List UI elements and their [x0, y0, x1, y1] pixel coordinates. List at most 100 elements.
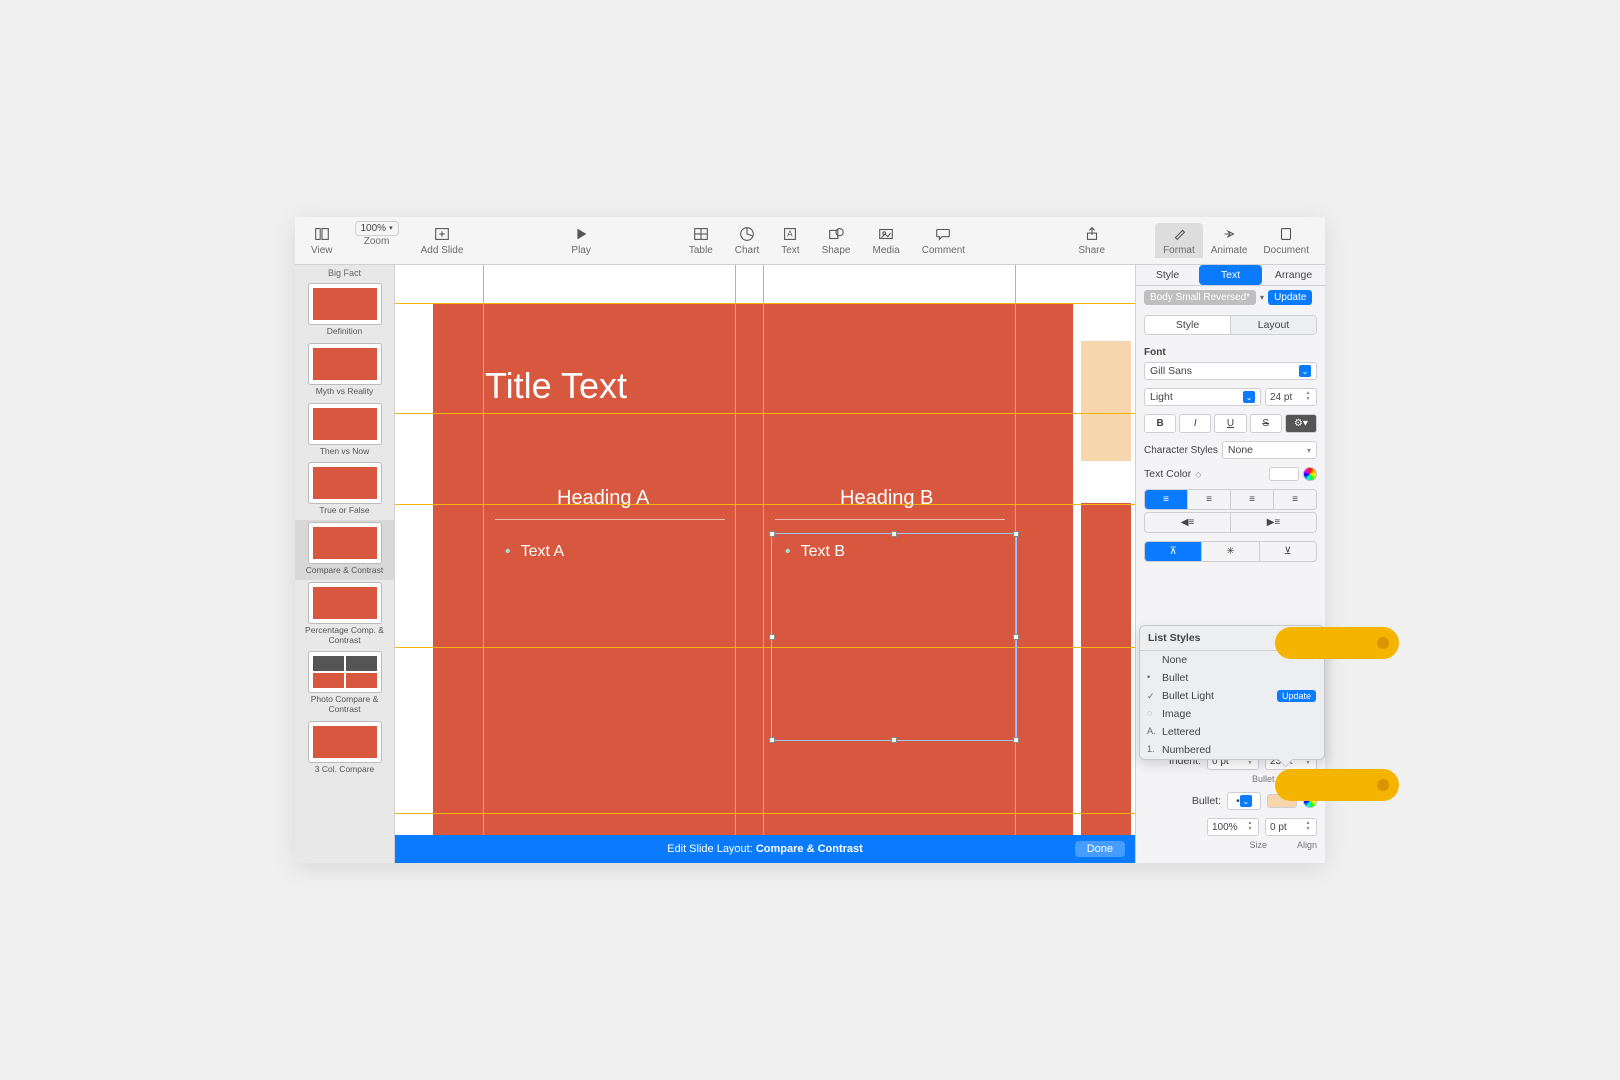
done-button[interactable]: Done [1075, 841, 1125, 857]
media-icon [877, 225, 895, 243]
font-family-select[interactable]: Gill Sans⌄ [1144, 362, 1317, 380]
indent-segment[interactable]: ◀≡ ▶≡ [1144, 512, 1317, 533]
list-style-option[interactable]: ◌Image [1140, 705, 1324, 723]
bullet-align-field[interactable]: 0 pt▲▼ [1265, 818, 1317, 836]
edit-layout-bar: Edit Slide Layout: Compare & Contrast Do… [395, 835, 1135, 863]
table-button[interactable]: Table [681, 223, 721, 258]
comment-button[interactable]: Comment [914, 223, 973, 258]
view-icon [313, 225, 331, 243]
divider [775, 519, 1005, 520]
thumbnail-label: Then vs Now [320, 447, 370, 459]
accent-block [1081, 503, 1131, 863]
alignment-guide [763, 265, 764, 863]
indent-icon[interactable]: ▶≡ [1230, 513, 1316, 532]
text-color-label: Text Color [1144, 468, 1191, 480]
horizontal-align-segment[interactable]: ≡ ≡ ≡ ≡ [1144, 489, 1317, 510]
advanced-options-button[interactable]: ⚙︎▾ [1285, 414, 1317, 433]
bold-button[interactable]: B [1144, 414, 1176, 433]
list-style-option[interactable]: 1.Numbered [1140, 741, 1324, 759]
paragraph-style-select[interactable]: Body Small Reversed* [1144, 290, 1256, 305]
slide-thumbnail[interactable]: True or False [295, 460, 394, 520]
heading-a-placeholder[interactable]: Heading A [557, 487, 649, 510]
accent-block [1081, 341, 1131, 461]
list-style-option[interactable]: ✓Bullet LightUpdate [1140, 687, 1324, 705]
bullet-char-select[interactable]: •⌄ [1227, 792, 1261, 810]
slide-thumbnail[interactable]: 3 Col. Compare [295, 719, 394, 779]
character-styles-label: Character Styles [1144, 445, 1218, 456]
title-placeholder[interactable]: Title Text [485, 365, 627, 407]
media-button[interactable]: Media [864, 223, 907, 258]
valign-top-icon[interactable]: ⊼ [1145, 542, 1201, 561]
list-style-option[interactable]: •Bullet [1140, 669, 1324, 687]
slide-navigator: Big Fact DefinitionMyth vs RealityThen v… [295, 265, 395, 863]
chevron-down-icon[interactable]: ▾ [1260, 293, 1264, 302]
animate-button[interactable]: Animate [1203, 223, 1256, 258]
plus-icon [433, 225, 451, 243]
align-center-icon[interactable]: ≡ [1187, 490, 1230, 509]
share-icon [1083, 225, 1101, 243]
update-list-style-button[interactable]: Update [1277, 690, 1316, 702]
text-button[interactable]: AText [773, 223, 807, 258]
text-color-swatch[interactable] [1269, 467, 1299, 481]
bullet-label: Bullet: [1192, 795, 1221, 807]
color-picker-button[interactable] [1303, 467, 1317, 481]
tab-arrange[interactable]: Arrange [1262, 265, 1325, 285]
popover-title: List Styles [1148, 632, 1201, 644]
font-size-field[interactable]: 24 pt▲▼ [1265, 388, 1317, 406]
slide-thumbnail[interactable]: Compare & Contrast [295, 520, 394, 580]
align-right-icon[interactable]: ≡ [1230, 490, 1273, 509]
annotation-callout [1301, 627, 1399, 659]
text-a-placeholder[interactable]: Text A [505, 543, 564, 561]
valign-middle-icon[interactable]: ✳ [1201, 542, 1258, 561]
alignment-guide [395, 647, 1135, 648]
character-styles-select[interactable]: None▾ [1222, 441, 1317, 459]
bullet-size-field[interactable]: 100%▲▼ [1207, 818, 1259, 836]
animate-icon [1220, 225, 1238, 243]
alignment-guide [395, 413, 1135, 414]
heading-b-placeholder[interactable]: Heading B [840, 487, 933, 510]
share-button[interactable]: Share [1070, 223, 1113, 258]
chevron-down-icon: ⌄ [1299, 365, 1311, 377]
strikethrough-button[interactable]: S [1250, 414, 1282, 433]
alignment-guide [395, 813, 1135, 814]
alignment-guide [395, 504, 1135, 505]
italic-button[interactable]: I [1179, 414, 1211, 433]
shape-icon [827, 225, 845, 243]
outdent-icon[interactable]: ◀≡ [1145, 513, 1230, 532]
chevron-down-icon: ▾ [389, 224, 393, 232]
thumbnail-label: True or False [319, 506, 369, 518]
valign-bottom-icon[interactable]: ⊻ [1259, 542, 1316, 561]
slide-thumbnail[interactable]: Percentage Comp. & Contrast [295, 580, 394, 650]
alignment-guide [735, 265, 736, 863]
list-style-option[interactable]: A.Lettered [1140, 723, 1324, 741]
format-button[interactable]: Format [1155, 223, 1203, 258]
slide-thumbnail[interactable]: Myth vs Reality [295, 341, 394, 401]
view-button[interactable]: View [303, 223, 341, 258]
thumbnail-label: Photo Compare & Contrast [299, 695, 390, 717]
zoom-button[interactable]: 100%▾Zoom [347, 223, 407, 258]
align-left-icon[interactable]: ≡ [1145, 490, 1187, 509]
vertical-align-segment[interactable]: ⊼ ✳ ⊻ [1144, 541, 1317, 562]
play-button[interactable]: Play [563, 223, 598, 258]
style-layout-segment[interactable]: Style Layout [1144, 315, 1317, 335]
document-button[interactable]: Document [1255, 223, 1317, 258]
thumbnail-label: 3 Col. Compare [315, 765, 375, 777]
update-style-button[interactable]: Update [1268, 290, 1312, 305]
add-slide-button[interactable]: Add Slide [413, 223, 472, 258]
comment-icon [934, 225, 952, 243]
slide-thumbnail[interactable]: Then vs Now [295, 401, 394, 461]
selection-box[interactable] [771, 533, 1017, 741]
tab-style[interactable]: Style [1136, 265, 1199, 285]
svg-text:A: A [788, 230, 794, 239]
tab-text[interactable]: Text [1199, 265, 1262, 285]
slide-thumbnail[interactable]: Photo Compare & Contrast [295, 649, 394, 719]
slide-thumbnail[interactable]: Definition [295, 281, 394, 341]
underline-button[interactable]: U [1214, 414, 1246, 433]
brush-icon [1170, 225, 1188, 243]
chart-button[interactable]: Chart [727, 223, 767, 258]
slide-canvas[interactable]: Title Text Heading A Heading B Text A Te… [395, 265, 1135, 863]
document-icon [1277, 225, 1295, 243]
font-weight-select[interactable]: Light⌄ [1144, 388, 1261, 406]
align-justify-icon[interactable]: ≡ [1273, 490, 1316, 509]
shape-button[interactable]: Shape [814, 223, 859, 258]
